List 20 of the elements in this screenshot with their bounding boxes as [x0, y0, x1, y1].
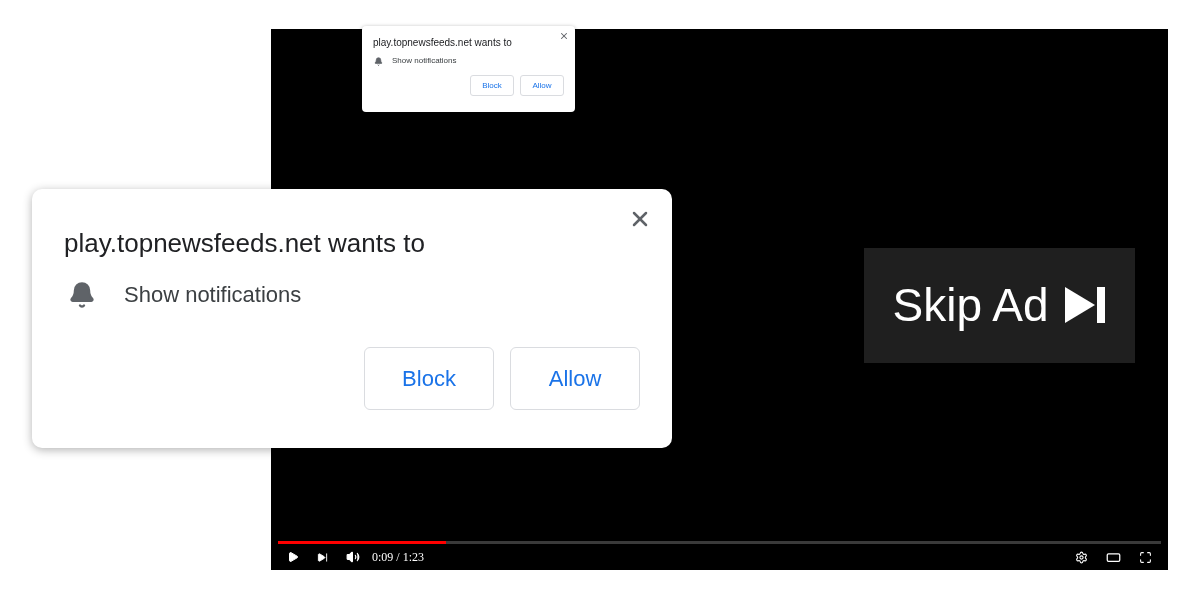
bell-icon	[374, 56, 383, 66]
block-button[interactable]: Block	[470, 75, 514, 96]
skip-icon	[1064, 287, 1107, 323]
skip-ad-button[interactable]: Skip Ad	[864, 247, 1135, 363]
bell-icon	[68, 281, 96, 309]
allow-button[interactable]: Allow	[520, 75, 564, 96]
settings-icon[interactable]	[1075, 550, 1088, 564]
popup-title: play.topnewsfeeds.net wants to	[64, 227, 426, 259]
progress-track[interactable]	[278, 541, 1161, 544]
volume-icon[interactable]	[346, 550, 360, 564]
allow-button[interactable]: Allow	[510, 347, 640, 410]
time-display: 0:09 / 1:23	[372, 549, 424, 566]
play-icon[interactable]	[287, 551, 299, 563]
permission-text: Show notifications	[392, 56, 457, 66]
next-icon[interactable]	[317, 551, 328, 563]
permission-text: Show notifications	[124, 281, 302, 309]
close-icon[interactable]	[559, 31, 569, 41]
popup-title: play.topnewsfeeds.net wants to	[373, 37, 513, 49]
fullscreen-icon[interactable]	[1139, 550, 1152, 564]
block-button[interactable]: Block	[364, 347, 494, 410]
